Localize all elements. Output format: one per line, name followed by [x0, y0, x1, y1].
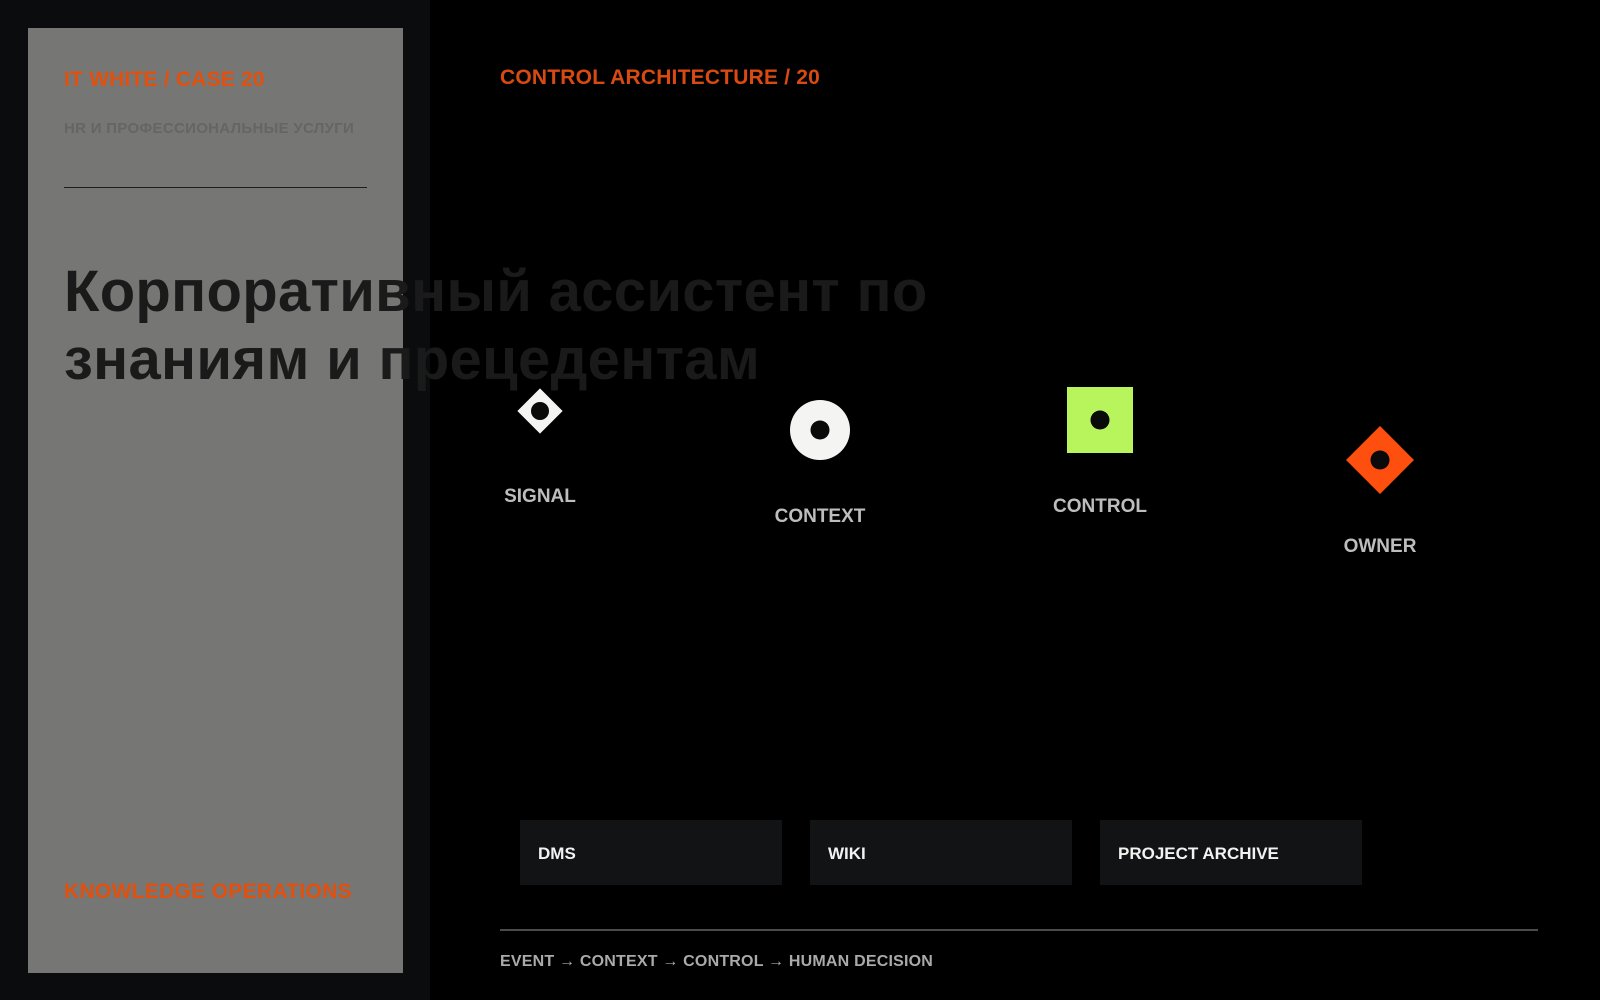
- case-label: IT WHITE / CASE 20: [64, 68, 265, 91]
- source-label: PROJECT ARCHIVE: [1118, 844, 1279, 863]
- source-box-wiki: WIKI: [810, 820, 1072, 885]
- white-circle-icon: [790, 400, 850, 460]
- industry-label: HR И ПРОФЕССИОНАЛЬНЫЕ УСЛУГИ: [64, 120, 355, 137]
- flow-text: EVENT → CONTEXT → CONTROL → HUMAN DECISI…: [500, 953, 934, 970]
- source-label: WIKI: [828, 844, 866, 863]
- divider: [64, 187, 367, 188]
- lime-square-icon: [1067, 387, 1133, 453]
- case-panel: [28, 28, 403, 973]
- source-box-dms: DMS: [520, 820, 782, 885]
- architecture-title: CONTROL ARCHITECTURE / 20: [500, 66, 821, 89]
- source-box-project-archive: PROJECT ARCHIVE: [1100, 820, 1362, 885]
- white-diamond-icon: [517, 388, 563, 434]
- node-label-context: CONTEXT: [774, 506, 866, 527]
- flow-line: [500, 929, 1538, 931]
- node-label-control: CONTROL: [1053, 496, 1147, 517]
- node-label-owner: OWNER: [1343, 536, 1417, 557]
- source-label: DMS: [538, 844, 576, 863]
- footer-label: KNOWLEDGE OPERATIONS: [64, 880, 352, 903]
- page-title: Корпоративный ассистент по знаниям и пре…: [64, 259, 928, 392]
- node-label-signal: SIGNAL: [504, 486, 576, 507]
- orange-diamond-icon: [1346, 426, 1414, 494]
